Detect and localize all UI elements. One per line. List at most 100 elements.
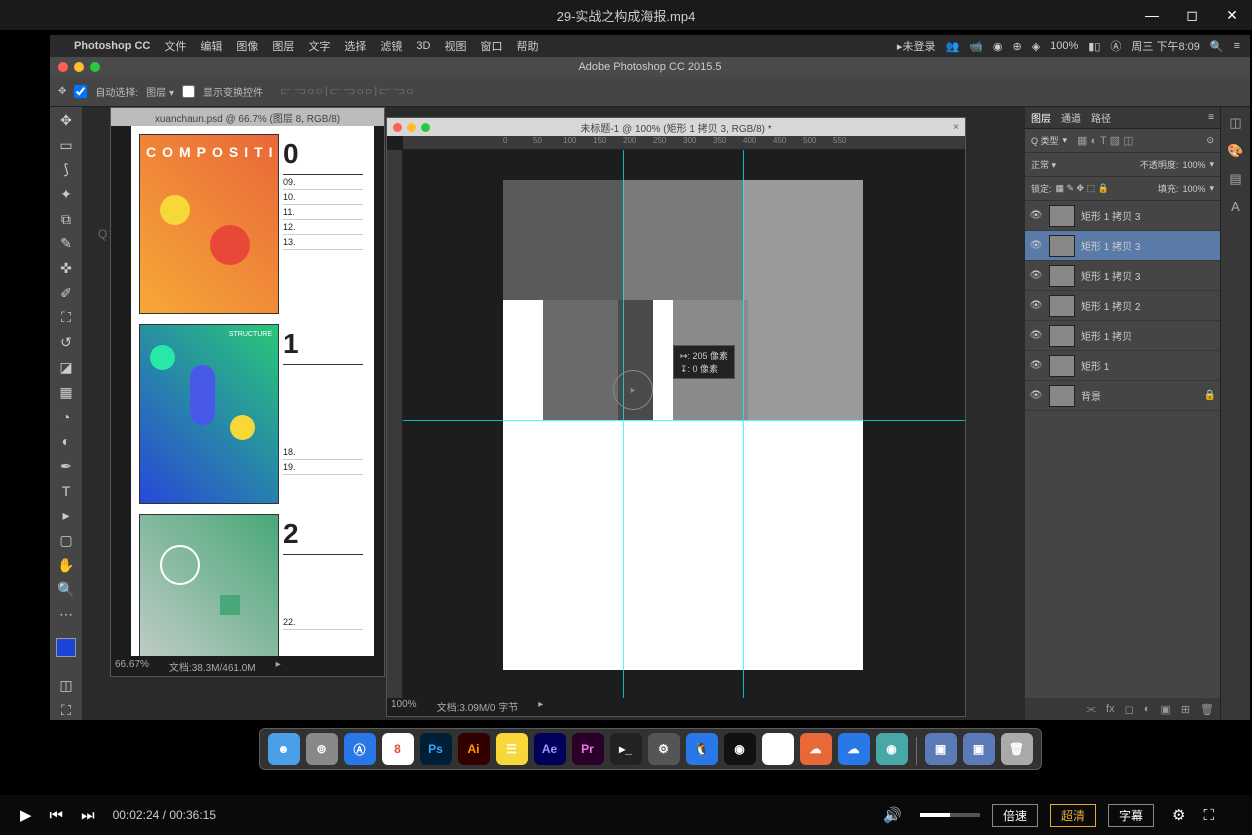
play-button[interactable]: ▶ xyxy=(20,806,32,824)
dock-illustrator[interactable]: Ai xyxy=(458,733,490,765)
prev-button[interactable]: ⏮ xyxy=(50,807,64,824)
ruler-horizontal[interactable]: 050100150200250300350400450500550 xyxy=(403,136,965,150)
heal-tool[interactable]: ✜ xyxy=(54,259,78,278)
menu-window[interactable]: 窗口 xyxy=(480,38,502,54)
opacity-value[interactable]: 100% xyxy=(1182,160,1205,170)
type-tool[interactable]: T xyxy=(54,482,78,501)
delete-layer-icon[interactable]: 🗑 xyxy=(1200,703,1214,716)
quickmask-tool[interactable]: ◫ xyxy=(54,677,78,696)
autoselect-checkbox[interactable] xyxy=(74,85,87,98)
wand-tool[interactable]: ✦ xyxy=(54,185,78,204)
volume-slider[interactable] xyxy=(920,813,980,817)
shape-tool[interactable]: ▢ xyxy=(54,531,78,550)
guide-horizontal[interactable] xyxy=(403,420,965,421)
visibility-icon[interactable]: 👁 xyxy=(1029,360,1043,371)
speed-button[interactable]: 倍速 xyxy=(992,804,1038,827)
doc-close-tab[interactable]: × xyxy=(953,122,959,133)
tab-paths[interactable]: 路径 xyxy=(1091,110,1111,125)
zoom-tool[interactable]: 🔍 xyxy=(54,580,78,599)
layer-row[interactable]: 👁矩形 1 xyxy=(1025,351,1220,381)
dock-notes[interactable]: ☰ xyxy=(496,733,528,765)
min-icon[interactable] xyxy=(407,123,416,132)
app-name[interactable]: Photoshop CC xyxy=(74,40,150,52)
blend-mode-dropdown[interactable]: 正常 ▾ xyxy=(1031,158,1056,171)
filter-toggle[interactable]: ⊙ xyxy=(1206,135,1214,146)
align-icons[interactable]: ⫍ ⫎ ⫏ ⫐ | ⫍ ⫎ ⫏ ⫐ | ⫍ ⫎ ⫏ xyxy=(281,86,413,97)
menu-edit[interactable]: 编辑 xyxy=(200,38,222,54)
dock-app[interactable]: ◉ xyxy=(876,733,908,765)
doc1-canvas[interactable]: COMPOSITION 0 09. 10. 11. 12. 13. STRUCT… xyxy=(131,126,374,656)
visibility-icon[interactable]: 👁 xyxy=(1029,300,1043,311)
wifi-icon[interactable]: ◈ xyxy=(1032,40,1040,53)
color-swatch[interactable] xyxy=(56,638,76,657)
dock-folder[interactable]: ▣ xyxy=(925,733,957,765)
fill-value[interactable]: 100% xyxy=(1182,184,1205,194)
tab-layers[interactable]: 图层 xyxy=(1031,110,1051,125)
dock-chrome[interactable]: ◉ xyxy=(762,733,794,765)
layer-mask-icon[interactable]: ◻ xyxy=(1125,703,1134,716)
layer-row[interactable]: 👁矩形 1 拷贝 3 xyxy=(1025,231,1220,261)
panel-icon[interactable]: ◫ xyxy=(1229,115,1241,131)
path-select-tool[interactable]: ▸ xyxy=(54,506,78,525)
link-layers-icon[interactable]: ⫘ xyxy=(1086,703,1096,716)
doc2-viewport[interactable]: ▸ ↦: 205 像素↧: 0 像素 xyxy=(403,150,965,698)
layer-filter[interactable]: Q 类型 xyxy=(1031,134,1059,147)
adjustment-icon[interactable]: ◐ xyxy=(1144,703,1151,715)
menu-help[interactable]: 帮助 xyxy=(516,38,538,54)
visibility-icon[interactable]: 👁 xyxy=(1029,210,1043,221)
new-layer-icon[interactable]: ⊞ xyxy=(1181,703,1190,716)
dock-photoshop[interactable]: Ps xyxy=(420,733,452,765)
mbar-icon[interactable]: 📹 xyxy=(969,40,983,53)
menu-image[interactable]: 图像 xyxy=(236,38,258,54)
window-maximize-button[interactable]: ◻ xyxy=(1172,0,1212,30)
close-icon[interactable] xyxy=(58,62,68,72)
window-close-button[interactable]: ✕ xyxy=(1212,0,1252,30)
next-button[interactable]: ⏭ xyxy=(81,807,95,824)
max-icon[interactable] xyxy=(145,113,154,122)
gradient-tool[interactable]: ▦ xyxy=(54,383,78,402)
layer-fx-icon[interactable]: fx xyxy=(1106,703,1115,715)
volume-icon[interactable]: 🔊 xyxy=(883,806,902,824)
menu-3d[interactable]: 3D xyxy=(416,40,430,52)
dock-finder[interactable]: ☻ xyxy=(268,733,300,765)
dock-folder[interactable]: ▣ xyxy=(963,733,995,765)
dock-app[interactable]: ☁ xyxy=(800,733,832,765)
dock-preferences[interactable]: ⚙ xyxy=(648,733,680,765)
visibility-icon[interactable]: 👁 xyxy=(1029,330,1043,341)
window-minimize-button[interactable]: — xyxy=(1132,0,1172,30)
lock-icons[interactable]: ▦ ✎ ✥ ⬚ 🔒 xyxy=(1056,183,1109,194)
layer-row[interactable]: 👁背景🔒 xyxy=(1025,381,1220,411)
guide-vertical[interactable] xyxy=(623,150,624,698)
menu-type[interactable]: 文字 xyxy=(308,38,330,54)
menu-view[interactable]: 视图 xyxy=(444,38,466,54)
eraser-tool[interactable]: ◪ xyxy=(54,358,78,377)
brush-tool[interactable]: ✐ xyxy=(54,284,78,303)
panel-icon[interactable]: 🎨 xyxy=(1227,143,1243,159)
dock-c4d[interactable]: ◉ xyxy=(724,733,756,765)
eyedropper-tool[interactable]: ✎ xyxy=(54,235,78,254)
close-icon[interactable] xyxy=(393,123,402,132)
mbar-icon[interactable]: 👥 xyxy=(945,40,959,53)
dock-launchpad[interactable]: ⊚ xyxy=(306,733,338,765)
layer-row[interactable]: 👁矩形 1 拷贝 xyxy=(1025,321,1220,351)
search-icon[interactable]: 🔍 xyxy=(1210,40,1224,53)
menu-file[interactable]: 文件 xyxy=(164,38,186,54)
dock-premiere[interactable]: Pr xyxy=(572,733,604,765)
dock-aftereffects[interactable]: Ae xyxy=(534,733,566,765)
dock-baidu[interactable]: ☁ xyxy=(838,733,870,765)
hand-tool[interactable]: ✋ xyxy=(54,556,78,575)
visibility-icon[interactable]: 👁 xyxy=(1029,240,1043,251)
group-icon[interactable]: ▣ xyxy=(1160,703,1170,716)
doc1-header[interactable]: xuanchaun.psd @ 66.7% (图层 8, RGB/8) xyxy=(111,108,384,126)
lasso-tool[interactable]: ⟆ xyxy=(54,160,78,179)
subtitle-button[interactable]: 字幕 xyxy=(1108,804,1154,827)
visibility-icon[interactable]: 👁 xyxy=(1029,390,1043,401)
dodge-tool[interactable]: ◐ xyxy=(54,432,78,451)
screenmode-tool[interactable]: ⛶ xyxy=(54,701,78,720)
guide-vertical[interactable] xyxy=(743,150,744,698)
move-tool[interactable]: ✥ xyxy=(54,111,78,130)
layer-row[interactable]: 👁矩形 1 拷贝 2 xyxy=(1025,291,1220,321)
panel-icon[interactable]: ▤ xyxy=(1229,171,1241,187)
edit-toolbar[interactable]: ⋯ xyxy=(54,605,78,624)
minimize-icon[interactable] xyxy=(74,62,84,72)
